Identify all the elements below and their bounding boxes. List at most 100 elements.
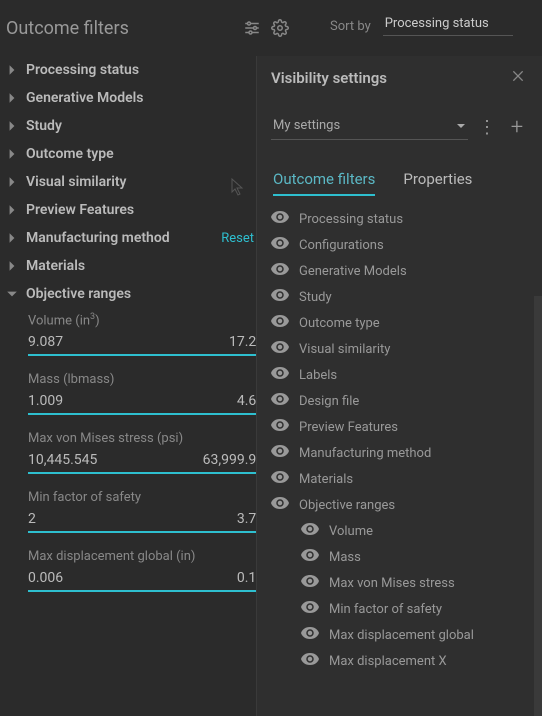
- visibility-item-label: Configurations: [299, 238, 384, 253]
- add-preset-button[interactable]: +: [506, 115, 528, 140]
- eye-icon[interactable]: [271, 210, 289, 228]
- visibility-item-max-displacement-x[interactable]: Max displacement X: [269, 648, 534, 674]
- tab-outcome-filters[interactable]: Outcome filters: [273, 170, 375, 196]
- eye-icon[interactable]: [271, 340, 289, 358]
- preset-select[interactable]: My settings: [271, 114, 468, 140]
- range-max-displacement-global-in-: Max displacement global (in) 0.0060.139: [28, 549, 272, 592]
- visibility-item-preview-features[interactable]: Preview Features: [269, 414, 534, 440]
- range-label: Max von Mises stress (psi): [28, 431, 272, 446]
- filter-group-processing-status[interactable]: Processing status: [0, 56, 300, 84]
- filter-group-preview-features[interactable]: Preview Features: [0, 196, 300, 224]
- visibility-item-label: Preview Features: [299, 420, 398, 435]
- filter-group-label: Outcome type: [26, 146, 114, 162]
- visibility-item-generative-models[interactable]: Generative Models: [269, 258, 534, 284]
- range-slider[interactable]: 23.783: [28, 511, 272, 533]
- chevron-down-icon: [456, 121, 466, 131]
- scrollbar[interactable]: [534, 296, 542, 716]
- eye-icon[interactable]: [271, 392, 289, 410]
- filter-group-outcome-type[interactable]: Outcome type: [0, 140, 300, 168]
- eye-icon[interactable]: [301, 626, 319, 644]
- eye-icon[interactable]: [271, 288, 289, 306]
- gear-icon[interactable]: [266, 14, 294, 42]
- range-slider[interactable]: 1.0094.609: [28, 393, 272, 415]
- visibility-item-label: Max displacement X: [329, 654, 447, 669]
- visibility-item-objective-ranges[interactable]: Objective ranges: [269, 492, 534, 518]
- range-label: Min factor of safety: [28, 490, 272, 505]
- visibility-item-label: Labels: [299, 368, 337, 383]
- filter-group-manufacturing-method[interactable]: Manufacturing method Reset: [0, 224, 300, 252]
- filter-group-label: Objective ranges: [26, 286, 131, 302]
- filter-group-label: Manufacturing method: [26, 230, 170, 246]
- filter-group-label: Materials: [26, 258, 85, 274]
- sliders-icon[interactable]: [238, 14, 266, 42]
- filter-group-label: Processing status: [26, 62, 139, 78]
- eye-icon[interactable]: [271, 366, 289, 384]
- eye-icon[interactable]: [271, 314, 289, 332]
- close-icon[interactable]: [510, 68, 526, 88]
- visibility-item-label: Design file: [299, 394, 359, 409]
- range-min: 0.006: [28, 570, 63, 586]
- visibility-item-outcome-type[interactable]: Outcome type: [269, 310, 534, 336]
- eye-icon[interactable]: [271, 262, 289, 280]
- preset-select-label: My settings: [273, 118, 340, 133]
- filter-group-visual-similarity[interactable]: Visual similarity: [0, 168, 300, 196]
- range-label: Max displacement global (in): [28, 549, 272, 564]
- more-options-button[interactable]: ⋮: [476, 117, 498, 138]
- range-min: 9.087: [28, 334, 63, 350]
- filter-group-label: Preview Features: [26, 202, 134, 218]
- sortby-label: Sort by: [330, 19, 371, 34]
- visibility-item-label: Visual similarity: [299, 342, 390, 357]
- visibility-item-processing-status[interactable]: Processing status: [269, 206, 534, 232]
- visibility-item-manufacturing-method[interactable]: Manufacturing method: [269, 440, 534, 466]
- eye-icon[interactable]: [271, 470, 289, 488]
- visibility-item-visual-similarity[interactable]: Visual similarity: [269, 336, 534, 362]
- eye-icon[interactable]: [271, 444, 289, 462]
- range-slider[interactable]: 9.08717.226: [28, 334, 272, 356]
- eye-icon[interactable]: [301, 548, 319, 566]
- filter-group-materials[interactable]: Materials: [0, 252, 300, 280]
- visibility-item-labels[interactable]: Labels: [269, 362, 534, 388]
- range-slider[interactable]: 10,445.54563,999.907: [28, 452, 272, 474]
- eye-icon[interactable]: [301, 522, 319, 540]
- visibility-item-max-displacement-y[interactable]: Max displacement Y: [269, 674, 534, 676]
- visibility-item-label: Materials: [299, 472, 353, 487]
- visibility-item-label: Mass: [329, 550, 361, 565]
- visibility-item-mass[interactable]: Mass: [269, 544, 534, 570]
- filter-group-label: Visual similarity: [26, 174, 127, 190]
- filter-group-objective-ranges[interactable]: Objective ranges: [0, 280, 300, 308]
- filter-group-study[interactable]: Study: [0, 112, 300, 140]
- eye-icon[interactable]: [301, 574, 319, 592]
- visibility-item-volume[interactable]: Volume: [269, 518, 534, 544]
- visibility-item-label: Objective ranges: [299, 498, 395, 513]
- range-min-factor-of-safety: Min factor of safety 23.783: [28, 490, 272, 533]
- panel-title: Visibility settings: [271, 69, 510, 87]
- reset-button[interactable]: Reset: [221, 231, 254, 246]
- visibility-item-design-file[interactable]: Design file: [269, 388, 534, 414]
- visibility-item-configurations[interactable]: Configurations: [269, 232, 534, 258]
- range-min: 10,445.545: [28, 452, 97, 468]
- visibility-list: Processing status Configurations Generativ…: [257, 196, 542, 676]
- visibility-item-max-von-mises-stress[interactable]: Max von Mises stress: [269, 570, 534, 596]
- eye-icon[interactable]: [271, 418, 289, 436]
- visibility-item-label: Generative Models: [299, 264, 407, 279]
- page-title: Outcome filters: [6, 18, 238, 39]
- range-slider[interactable]: 0.0060.139: [28, 570, 272, 592]
- range-mass-lbmass-: Mass (lbmass)1.0094.609: [28, 372, 272, 415]
- sortby-select[interactable]: Processing status: [383, 16, 513, 36]
- visibility-item-min-factor-of-safety[interactable]: Min factor of safety: [269, 596, 534, 622]
- visibility-item-study[interactable]: Study: [269, 284, 534, 310]
- tab-properties[interactable]: Properties: [403, 170, 472, 196]
- range-label: Volume (in3): [28, 312, 272, 328]
- eye-icon[interactable]: [301, 600, 319, 618]
- eye-icon[interactable]: [301, 652, 319, 670]
- outcome-filters-panel: Outcome filters Processing status Generat…: [0, 0, 300, 716]
- filter-group-generative-models[interactable]: Generative Models: [0, 84, 300, 112]
- visibility-item-label: Max von Mises stress: [329, 576, 455, 591]
- visibility-item-label: Max displacement global: [329, 628, 474, 643]
- visibility-item-label: Manufacturing method: [299, 446, 431, 461]
- visibility-item-label: Volume: [329, 524, 373, 539]
- visibility-item-materials[interactable]: Materials: [269, 466, 534, 492]
- eye-icon[interactable]: [271, 236, 289, 254]
- eye-icon[interactable]: [271, 496, 289, 514]
- visibility-item-max-displacement-global[interactable]: Max displacement global: [269, 622, 534, 648]
